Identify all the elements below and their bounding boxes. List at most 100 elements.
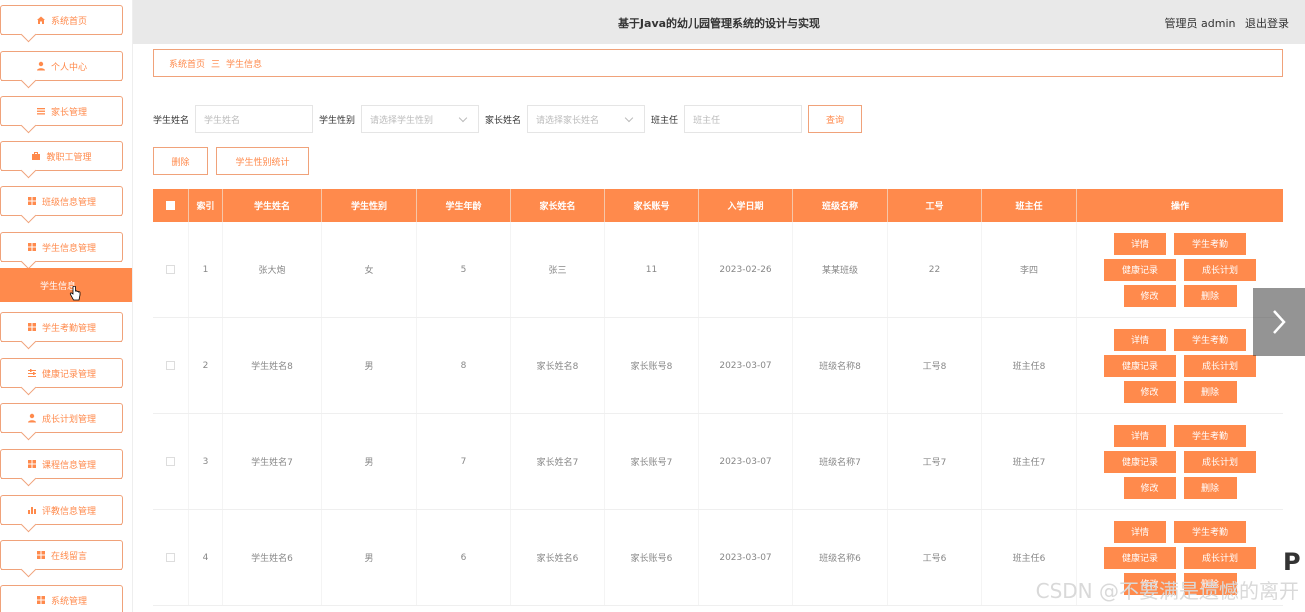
edit-button[interactable]: 修改	[1123, 476, 1176, 499]
sidebar-item-label: 系统首页	[50, 16, 87, 27]
growth-plan-button[interactable]: 成长计划	[1184, 546, 1256, 569]
row-checkbox[interactable]	[166, 553, 175, 562]
detail-button[interactable]: 详情	[1114, 520, 1166, 543]
bar-chart-icon	[27, 505, 37, 515]
sidebar-item-label: 成长计划管理	[41, 414, 96, 425]
table-cell-idx: 2	[189, 318, 223, 413]
detail-button[interactable]: 详情	[1114, 424, 1166, 447]
edit-button[interactable]: 修改	[1123, 380, 1176, 403]
query-button[interactable]: 查询	[808, 105, 863, 133]
column-header: 家长账号	[605, 189, 699, 222]
grid-icon	[36, 595, 46, 605]
sidebar-item-1[interactable]: 系统首页	[0, 5, 123, 35]
row-select-cell	[153, 222, 189, 317]
row-checkbox[interactable]	[166, 457, 175, 466]
table-cell-no: 工号6	[888, 510, 982, 605]
row-delete-button[interactable]: 删除	[1183, 380, 1237, 403]
user-label: 管理员 admin	[1164, 17, 1236, 30]
health-record-button[interactable]: 健康记录	[1104, 450, 1176, 473]
table-cell-date: 2023-03-07	[699, 510, 793, 605]
column-header: 学生性别	[322, 189, 417, 222]
growth-plan-button[interactable]: 成长计划	[1184, 354, 1256, 377]
sidebar-item-9[interactable]: 成长计划管理	[0, 403, 123, 433]
detail-button[interactable]: 详情	[1114, 232, 1166, 255]
parent-name-select[interactable]: 请选择家长姓名	[527, 105, 646, 133]
table-cell-gender: 男	[322, 510, 417, 605]
attendance-button[interactable]: 学生考勤	[1174, 328, 1246, 351]
table-cell-name: 学生姓名8	[223, 318, 322, 413]
sidebar-item-7[interactable]: 学生考勤管理	[0, 312, 123, 342]
detail-button[interactable]: 详情	[1114, 328, 1166, 351]
sidebar-item-6[interactable]: 学生信息管理	[0, 232, 123, 262]
column-header: 学生年龄	[417, 189, 511, 222]
sidebar-item-10[interactable]: 课程信息管理	[0, 449, 123, 479]
table-cell-idx: 1	[189, 222, 223, 317]
teacher-label: 班主任	[651, 115, 679, 126]
table-cell-age: 5	[417, 222, 511, 317]
sidebar-item-5[interactable]: 班级信息管理	[0, 186, 123, 216]
health-record-button[interactable]: 健康记录	[1104, 354, 1176, 377]
table-cell-class: 某某班级	[793, 222, 888, 317]
table-cell-gender: 女	[322, 222, 417, 317]
student-gender-label: 学生性别	[319, 115, 356, 126]
row-select-cell	[153, 510, 189, 605]
sidebar-item-11[interactable]: 评教信息管理	[0, 495, 123, 525]
top-header: 基于Java的幼儿园管理系统的设计与实现 管理员 admin 退出登录	[133, 0, 1305, 44]
gender-stats-button[interactable]: 学生性别统计	[216, 147, 309, 175]
teacher-input[interactable]: 班主任	[684, 105, 803, 133]
attendance-button[interactable]: 学生考勤	[1174, 232, 1246, 255]
sidebar-item-label: 健康记录管理	[41, 369, 96, 380]
sidebar-item-label: 系统管理	[50, 596, 87, 607]
edit-button[interactable]: 修改	[1123, 284, 1176, 307]
list-icon	[36, 106, 46, 116]
growth-plan-button[interactable]: 成长计划	[1184, 258, 1256, 281]
health-record-button[interactable]: 健康记录	[1104, 546, 1176, 569]
next-slide-button[interactable]	[1253, 288, 1305, 356]
table-cell-teacher: 李四	[982, 222, 1077, 317]
breadcrumb-home[interactable]: 系统首页	[169, 57, 205, 70]
attendance-button[interactable]: 学生考勤	[1174, 520, 1246, 543]
table-cell-parent: 家长姓名7	[511, 414, 605, 509]
edge-glyph: P	[1283, 548, 1301, 576]
table-cell-age: 8	[417, 318, 511, 413]
sidebar-subitem-student-info[interactable]: 学生信息	[0, 268, 132, 302]
table-cell-date: 2023-03-07	[699, 318, 793, 413]
sidebar-item-8[interactable]: 健康记录管理	[0, 358, 123, 388]
table-cell-class: 班级名称7	[793, 414, 888, 509]
table-row: 1 张大炮女 5 张三 11 2023-02-26 某某班级 22 李四 详情 学生考勤 健康记录 成长…	[153, 222, 1283, 318]
student-gender-select[interactable]: 请选择学生性别	[361, 105, 480, 133]
grid-icon	[27, 196, 37, 206]
sidebar-item-13[interactable]: 系统管理	[0, 585, 123, 612]
sidebar-item-label: 家长管理	[50, 107, 87, 118]
select-all-checkbox[interactable]	[166, 201, 175, 210]
sidebar-item-4[interactable]: 教职工管理	[0, 141, 123, 171]
breadcrumb: 系统首页 三 学生信息	[153, 49, 1283, 77]
row-delete-button[interactable]: 删除	[1183, 284, 1237, 307]
sidebar-item-2[interactable]: 个人中心	[0, 51, 123, 81]
attendance-button[interactable]: 学生考勤	[1174, 424, 1246, 447]
row-checkbox[interactable]	[166, 265, 175, 274]
table-cell-parent: 家长姓名6	[511, 510, 605, 605]
sidebar-item-12[interactable]: 在线留言	[0, 540, 123, 570]
table-cell-no: 22	[888, 222, 982, 317]
student-name-input[interactable]: 学生姓名	[195, 105, 314, 133]
sidebar-item-3[interactable]: 家长管理	[0, 96, 123, 126]
row-select-cell	[153, 318, 189, 413]
action-row: 删除 学生性别统计	[153, 147, 309, 175]
row-checkbox[interactable]	[166, 361, 175, 370]
health-record-button[interactable]: 健康记录	[1104, 258, 1176, 281]
growth-plan-button[interactable]: 成长计划	[1184, 450, 1256, 473]
table-cell-idx: 3	[189, 414, 223, 509]
sidebar-item-label: 教职工管理	[46, 152, 92, 163]
table-row: 2 学生姓名8 男 8 家长姓名8 家长账号8 2023-03-07 班级名称8 工号8 班主任8…	[153, 318, 1283, 414]
table-row: 3 学生姓名7 男 7 家长姓名7 家长账号7 2023-03-07 班级名称7 工号7 班主任7…	[153, 414, 1283, 510]
delete-button[interactable]: 删除	[153, 147, 208, 175]
student-name-label: 学生姓名	[153, 115, 190, 126]
logout-link[interactable]: 退出登录	[1245, 17, 1289, 30]
table-cell-no: 工号8	[888, 318, 982, 413]
row-delete-button[interactable]: 删除	[1183, 476, 1237, 499]
table-cell-class: 班级名称8	[793, 318, 888, 413]
table-cell-date: 2023-03-07	[699, 414, 793, 509]
sidebar-item-label: 个人中心	[50, 62, 87, 73]
sidebar: 系统首页个人中心家长管理教职工管理班级信息管理 学生信息管理 学生考勤管理健康记录管…	[0, 0, 133, 612]
